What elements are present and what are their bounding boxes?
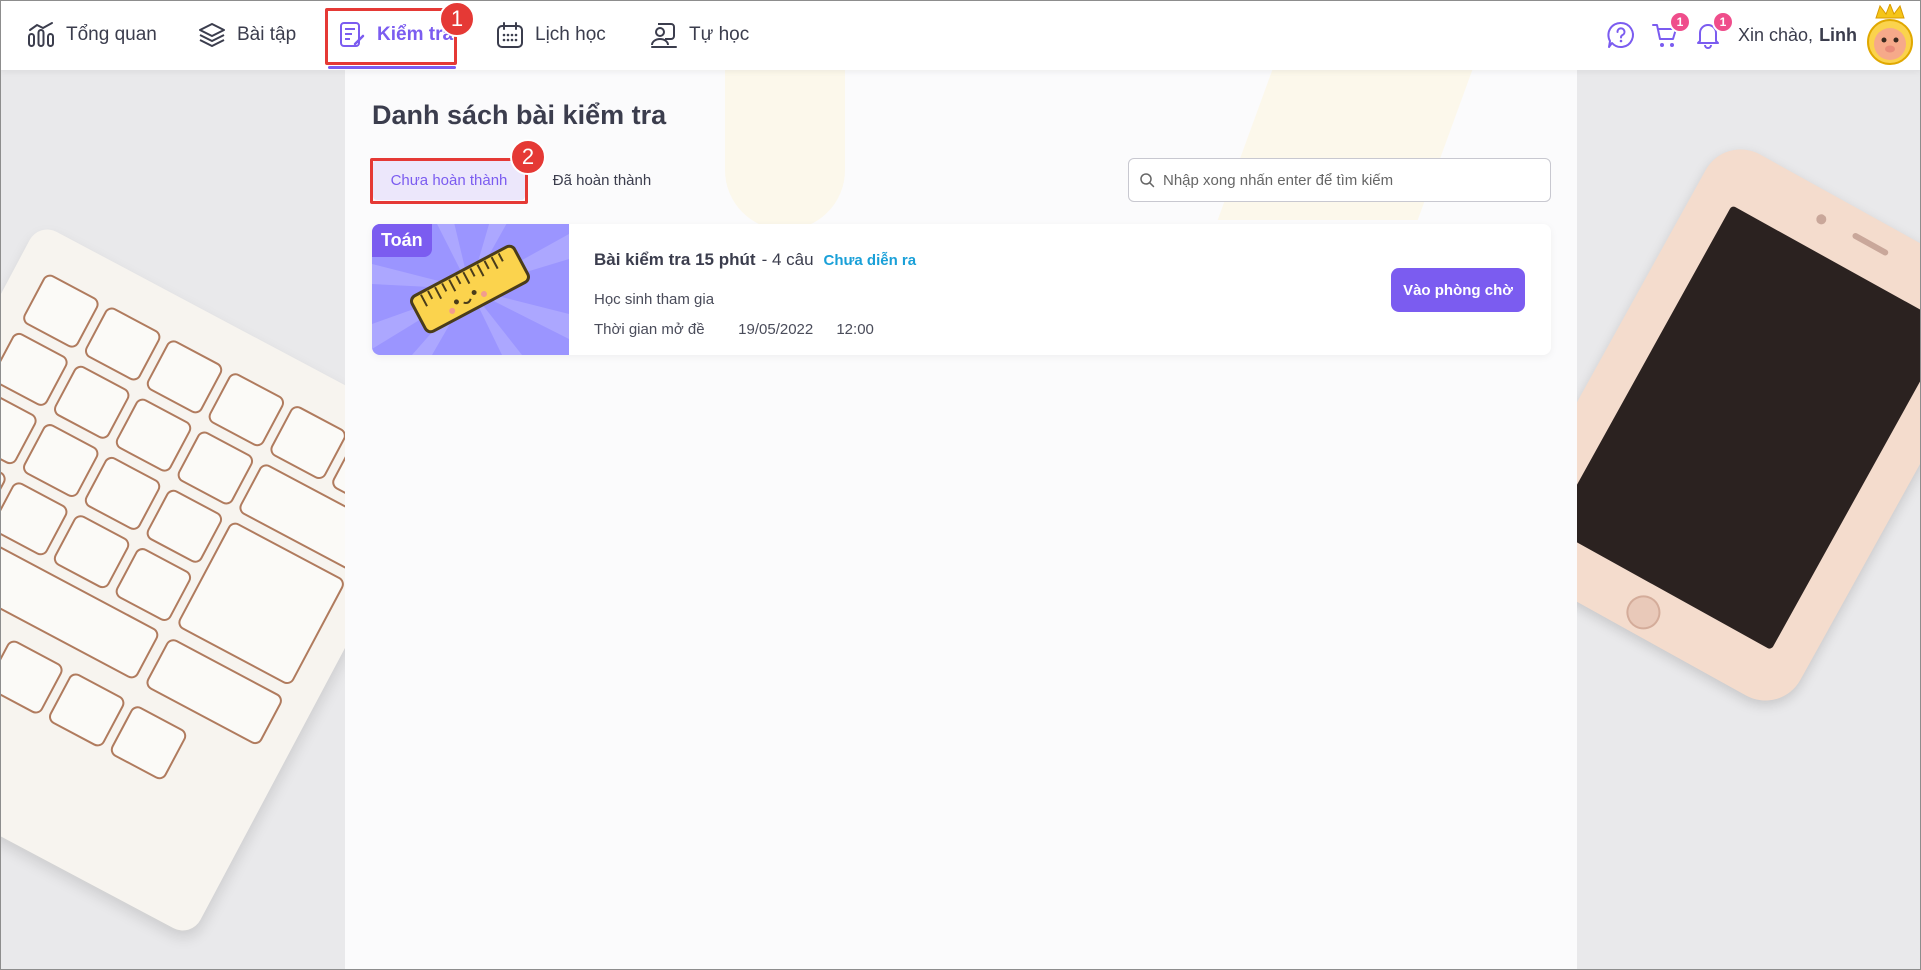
open-hour: 12:00 <box>836 321 874 338</box>
question-icon <box>1607 21 1634 48</box>
nav-label: Tổng quan <box>66 24 157 45</box>
test-title: Bài kiểm tra 15 phút <box>594 250 756 269</box>
search-box[interactable] <box>1128 158 1551 202</box>
chart-bars-icon <box>28 22 54 47</box>
nav-tu-hoc[interactable]: Tự học <box>649 0 749 70</box>
open-date: 19/05/2022 <box>738 321 814 338</box>
question-count: - 4 câu <box>761 250 814 269</box>
step-badge-2: 2 <box>510 139 546 175</box>
greeting-prefix: Xin chào, <box>1738 24 1814 45</box>
main-panel: Danh sách bài kiểm tra Chưa hoàn thành Đ… <box>345 70 1577 970</box>
layers-icon <box>199 23 225 47</box>
enter-waiting-room-button[interactable]: Vào phòng chờ <box>1391 268 1525 312</box>
test-title-row: Bài kiểm tra 15 phút - 4 câu Chưa diễn r… <box>594 250 916 270</box>
avatar[interactable] <box>1862 4 1918 66</box>
nav-label: Bài tập <box>237 24 297 45</box>
active-tab-underline <box>328 66 456 69</box>
user-name: Linh <box>1819 24 1858 45</box>
test-card: Toán Bài kiểm tra 15 phút - 4 câu Chưa d… <box>372 224 1551 355</box>
step-highlight-1 <box>325 8 457 65</box>
nav-lich-hoc[interactable]: Lịch học <box>495 0 606 70</box>
search-icon <box>1140 173 1155 188</box>
open-time-row: Thời gian mở đề 19/05/2022 12:00 <box>594 321 874 338</box>
cart-button[interactable]: 1 <box>1647 11 1691 53</box>
status-badge: Chưa diễn ra <box>823 252 917 269</box>
page-title: Danh sách bài kiểm tra <box>372 100 667 130</box>
step-highlight-2 <box>370 158 528 204</box>
help-button[interactable] <box>1603 17 1639 53</box>
search-input[interactable] <box>1163 171 1543 189</box>
participants-label: Học sinh tham gia <box>594 291 715 308</box>
nav-label: Tự học <box>689 24 750 45</box>
notification-button[interactable]: 1 <box>1690 11 1734 53</box>
tab-da-hoan-thanh[interactable]: Đã hoàn thành <box>542 160 662 200</box>
open-time-label: Thời gian mở đề <box>594 321 705 338</box>
self-study-icon <box>651 23 677 48</box>
notification-count-badge: 1 <box>1712 11 1734 33</box>
user-greeting[interactable]: Xin chào, Linh <box>1738 0 1857 70</box>
test-thumbnail: Toán <box>372 224 569 355</box>
nav-label: Lịch học <box>535 24 606 45</box>
nav-tong-quan[interactable]: Tổng quan <box>26 0 157 70</box>
nav-bai-tap[interactable]: Bài tập <box>197 0 296 70</box>
cart-count-badge: 1 <box>1669 11 1691 33</box>
step-badge-1: 1 <box>439 1 475 37</box>
top-navigation: Tổng quan Bài tập Kiểm tra Lịch học Tự h… <box>0 0 1921 70</box>
subject-tag: Toán <box>372 224 432 257</box>
calendar-icon <box>497 22 523 48</box>
